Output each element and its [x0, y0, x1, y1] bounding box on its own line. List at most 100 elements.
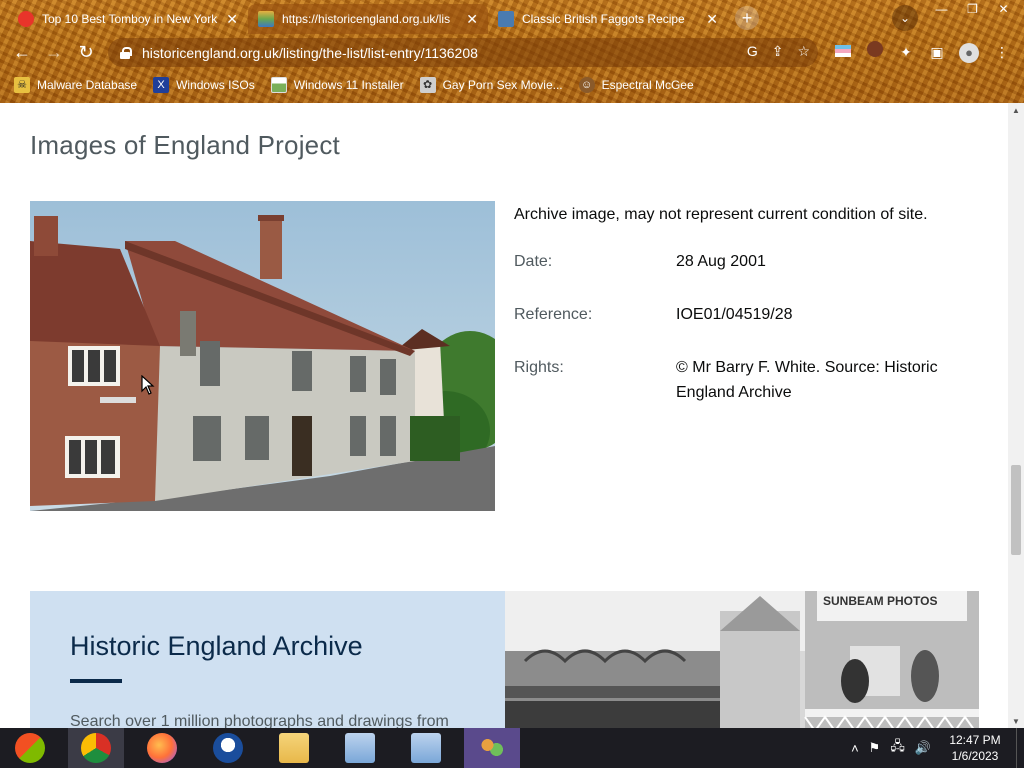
section-title: Images of England Project: [30, 130, 340, 160]
lock-icon[interactable]: [120, 46, 132, 59]
bookmark-windows-isos[interactable]: X Windows ISOs: [153, 77, 255, 93]
clock-date: 1/6/2023: [951, 749, 999, 763]
close-window-button[interactable]: ✕: [988, 0, 1019, 18]
network-computer-icon: [411, 733, 441, 763]
pier-sign-text: SUNBEAM PHOTOS: [823, 594, 937, 608]
tab-title: Classic British Faggots Recipe: [522, 12, 685, 26]
detail-row-rights: Rights: © Mr Barry F. White. Source: His…: [514, 355, 984, 405]
browser-chrome: Top 10 Best Tomboy in New York ✕ https:/…: [0, 0, 1024, 103]
folder-icon: [279, 733, 309, 763]
menu-kebab-icon[interactable]: ⋮: [991, 41, 1013, 63]
detail-row-date: Date: 28 Aug 2001: [514, 249, 984, 274]
tab-title: Top 10 Best Tomboy in New York: [42, 12, 218, 26]
people-icon: [477, 733, 507, 763]
detail-value: 28 Aug 2001: [676, 253, 766, 270]
clock[interactable]: 12:47 PM 1/6/2023: [940, 732, 1010, 764]
image-icon: [270, 77, 287, 93]
bookmark-espectral-mcgee[interactable]: ☺ Espectral McGee: [578, 77, 694, 93]
pier-photo-illustration: SUNBEAM PHOTOS: [505, 591, 979, 728]
side-panel-icon[interactable]: ▣: [926, 41, 948, 63]
obama-logo-icon: [213, 733, 243, 763]
mouse-cursor-icon: [141, 375, 155, 395]
show-desktop-button[interactable]: [1016, 728, 1024, 768]
chrome-taskbar-button[interactable]: [68, 728, 124, 768]
tab-tomboy[interactable]: Top 10 Best Tomboy in New York ✕: [8, 4, 248, 34]
bookmark-star-icon[interactable]: ☆: [797, 43, 810, 60]
reload-button[interactable]: ↻: [75, 41, 97, 63]
action-center-flag-icon[interactable]: ⚑: [869, 740, 881, 756]
pier-photo: SUNBEAM PHOTOS: [505, 591, 979, 728]
tab-historic-england[interactable]: https://historicengland.org.uk/lis ✕: [248, 4, 488, 34]
bookmarks-bar: ☠ Malware Database X Windows ISOs Window…: [0, 70, 1024, 100]
archive-promo: Historic England Archive Search over 1 m…: [30, 591, 979, 728]
close-tab-icon[interactable]: ✕: [466, 11, 478, 28]
start-button[interactable]: [2, 728, 58, 768]
url-text[interactable]: historicengland.org.uk/listing/the-list/…: [142, 45, 478, 61]
scroll-up-arrow-icon[interactable]: ▲: [1012, 106, 1020, 115]
minimize-button[interactable]: —: [926, 0, 957, 18]
new-tab-button[interactable]: +: [735, 6, 759, 30]
chrome-icon: [81, 733, 111, 763]
scrollbar-thumb[interactable]: [1011, 465, 1021, 555]
archive-photo[interactable]: [30, 201, 495, 511]
bookmark-windows-11-installer[interactable]: Windows 11 Installer: [270, 77, 404, 93]
bookmark-label: Gay Porn Sex Movie...: [442, 78, 563, 92]
network-setup-taskbar-button-2[interactable]: [398, 728, 454, 768]
network-setup-taskbar-button[interactable]: [332, 728, 388, 768]
pinterest-favicon-icon: [18, 11, 34, 27]
tab-faggots-recipe[interactable]: Classic British Faggots Recipe ✕: [488, 4, 728, 34]
flower-icon: ✿: [419, 77, 436, 93]
tab-search-button[interactable]: ⌄: [892, 5, 918, 31]
bookmark-movie[interactable]: ✿ Gay Porn Sex Movie...: [419, 77, 563, 93]
detail-value: IOE01/04519/28: [676, 306, 793, 323]
windows-taskbar: ˄ ⚑ 🖧 🔊 12:47 PM 1/6/2023: [0, 728, 1024, 768]
archive-title[interactable]: Historic England Archive: [70, 631, 363, 662]
browser-toolbar: ← → ↻ historicengland.org.uk/listing/the…: [0, 34, 1024, 70]
historic-england-favicon-icon: [258, 11, 274, 27]
window-controls: — ❐ ✕: [926, 0, 1019, 20]
teams-taskbar-button[interactable]: [464, 728, 520, 768]
omnibox-actions: G ⇪ ☆: [747, 43, 810, 60]
network-icon[interactable]: 🖧: [890, 737, 905, 759]
detail-label: Reference:: [514, 306, 593, 323]
file-explorer-taskbar-button[interactable]: [266, 728, 322, 768]
volume-icon[interactable]: 🔊: [915, 740, 931, 756]
profile-extension-icon[interactable]: [864, 41, 886, 63]
firefox-icon: [147, 733, 177, 763]
close-tab-icon[interactable]: ✕: [226, 11, 238, 28]
bookmark-malware-database[interactable]: ☠ Malware Database: [14, 77, 137, 93]
firefox-taskbar-button[interactable]: [134, 728, 190, 768]
profile-avatar-icon[interactable]: ●: [958, 41, 980, 63]
recipe-favicon-icon: [498, 11, 514, 27]
close-tab-icon[interactable]: ✕: [706, 11, 718, 28]
scroll-down-arrow-icon[interactable]: ▼: [1012, 717, 1020, 726]
title-underline: [70, 679, 122, 683]
system-tray: ˄ ⚑ 🖧 🔊 12:47 PM 1/6/2023: [846, 728, 1024, 768]
windows-start-icon: [15, 733, 45, 763]
network-computer-icon: [345, 733, 375, 763]
back-button[interactable]: ←: [11, 41, 33, 63]
detail-label: Date:: [514, 253, 553, 270]
page-scrollbar[interactable]: ▲ ▼: [1008, 103, 1024, 728]
flag-extension-icon[interactable]: [832, 41, 854, 63]
image-caption: Archive image, may not represent current…: [514, 206, 928, 223]
restore-button[interactable]: ❐: [957, 0, 988, 18]
x-box-icon: X: [153, 77, 170, 93]
puzzle-extensions-icon[interactable]: ✦: [895, 41, 917, 63]
bookmark-label: Windows ISOs: [176, 78, 255, 92]
house-photo-illustration: [30, 201, 495, 511]
detail-value: © Mr Barry F. White. Source: Historic En…: [676, 359, 938, 401]
bookmark-label: Espectral McGee: [601, 78, 694, 92]
obama-taskbar-button[interactable]: [200, 728, 256, 768]
google-lens-icon[interactable]: G: [747, 43, 758, 60]
share-icon[interactable]: ⇪: [772, 43, 784, 60]
address-bar[interactable]: historicengland.org.uk/listing/the-list/…: [108, 38, 818, 67]
bookmark-label: Malware Database: [37, 78, 138, 92]
show-hidden-icons-icon[interactable]: ˄: [851, 741, 859, 756]
tab-title: https://historicengland.org.uk/lis: [282, 12, 451, 26]
detail-label: Rights:: [514, 359, 564, 376]
forward-button[interactable]: →: [43, 41, 65, 63]
skull-icon: ☠: [14, 77, 30, 93]
page-viewport: Images of England Project Archive image,…: [0, 103, 1008, 728]
archive-description: Search over 1 million photographs and dr…: [70, 713, 449, 728]
